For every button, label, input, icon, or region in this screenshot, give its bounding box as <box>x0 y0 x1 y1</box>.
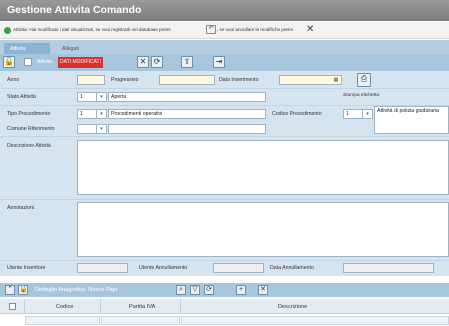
column-header-partita-iva[interactable]: Partita IVA <box>129 304 155 310</box>
data-annullamento-label: Data Annullamento <box>270 265 314 271</box>
tipo-procedimento-label: Tipo Procedimento <box>7 111 51 117</box>
stato-attivita-value: Aperta <box>108 92 266 102</box>
tipo-procedimento-value: Procedimenti operativi <box>108 109 266 119</box>
info-bar: Attivita: Hai modificato i dati visualiz… <box>0 22 449 39</box>
divider <box>0 88 449 89</box>
calendar-icon[interactable]: ▦ <box>331 76 341 84</box>
grid-header-row: Codice Partita IVA Descrizione <box>0 299 449 314</box>
info-message: Attivita: Hai modificato i dati visualiz… <box>13 27 171 32</box>
divider <box>0 199 449 200</box>
data-inserimento-input[interactable]: ▦ <box>279 75 342 85</box>
divider <box>0 136 449 137</box>
chevron-down-icon: ▾ <box>96 125 106 133</box>
utente-annullamento-label: Utente Annullamento <box>139 265 188 271</box>
cell-descrizione[interactable] <box>181 316 449 325</box>
codice-procedimento-select[interactable]: 1 ▾ <box>343 109 373 119</box>
codice-procedimento-label: Codice Procedimento <box>272 111 322 117</box>
data-inserimento-label: Data Inserimento <box>219 77 259 83</box>
lock-icon[interactable]: 🔒 <box>18 285 28 295</box>
anno-label: Anno <box>7 77 20 83</box>
close-icon[interactable]: ✕ <box>137 56 149 68</box>
column-header-descrizione[interactable]: Descrizione <box>278 304 307 310</box>
filter-icon[interactable]: ▽ <box>190 285 200 295</box>
detail-form: Anno Progressivo Data Inserimento ▦ ⎙ St… <box>0 71 449 276</box>
codice-procedimento-value: Attività di polizia giudiziaria <box>374 106 449 134</box>
tab-strip: Attivita Allegati <box>0 40 449 54</box>
stampa-etichetta-label: Stampa etichetta <box>343 93 379 98</box>
info-message-suffix: , se vuoi annullare le modifiche premi <box>217 27 293 32</box>
anno-input[interactable] <box>77 75 105 85</box>
title-bar: Gestione Attivita Comando <box>0 0 449 21</box>
annotazioni-label: Annotazioni <box>7 205 35 211</box>
save-icon[interactable]: ↶ <box>206 25 216 34</box>
print-icon[interactable]: ⎙ <box>357 73 371 87</box>
status-badge: DATI MODIFICATI <box>58 57 103 68</box>
refresh-icon[interactable]: ⟳ <box>204 285 214 295</box>
comune-riferimento-value <box>108 124 266 134</box>
collapse-icon[interactable]: ⌃ <box>5 285 15 295</box>
stato-attivita-select[interactable]: 1 ▾ <box>77 92 107 102</box>
comune-riferimento-select[interactable]: ▾ <box>77 124 107 134</box>
chevron-down-icon: ▾ <box>362 110 372 118</box>
stato-attivita-label: Stato Attività <box>7 94 36 100</box>
window-title: Gestione Attivita Comando <box>7 4 142 16</box>
data-annullamento-input <box>343 263 434 273</box>
tab-allegati[interactable]: Allegati <box>56 43 100 54</box>
tab-attivita[interactable]: Attivita <box>4 43 50 54</box>
add-icon[interactable]: + <box>236 285 246 295</box>
descrizione-label: Descrizione Attività <box>7 143 51 149</box>
progressivo-input[interactable] <box>159 75 215 85</box>
toolbar: 🔓 Attivita DATI MODIFICATI ✕ ⟳ ⇪ ⇥ <box>0 54 449 71</box>
cell-codice[interactable] <box>25 316 100 325</box>
delete-icon[interactable]: ✕ <box>258 285 268 295</box>
progressivo-label: Progressivo <box>111 77 139 83</box>
exit-icon[interactable]: ⇥ <box>213 56 225 68</box>
tipo-procedimento-select[interactable]: 1 ▾ <box>77 109 107 119</box>
cell-partita-iva[interactable] <box>101 316 180 325</box>
unlock-icon[interactable]: 🔓 <box>3 56 15 68</box>
utente-annullamento-input <box>213 263 264 273</box>
table-row[interactable] <box>0 315 449 326</box>
utente-inseritore-label: Utente Inseritore <box>7 265 46 271</box>
descrizione-textarea[interactable] <box>77 140 449 195</box>
select-all-checkbox[interactable] <box>9 303 16 310</box>
chevron-down-icon: ▾ <box>96 110 106 118</box>
column-header-codice[interactable]: Codice <box>56 304 73 310</box>
utente-inseritore-input <box>77 263 128 273</box>
divider <box>0 260 449 261</box>
record-checkbox[interactable] <box>24 58 32 66</box>
grid-title: Dettaglio Anagrafica: Nuova Riga <box>35 287 118 293</box>
undo-changes-icon[interactable]: ✕ <box>306 24 314 35</box>
search-icon[interactable]: ⌕ <box>176 285 186 295</box>
status-ok-icon <box>4 27 11 34</box>
comune-riferimento-label: Comune Riferimento <box>7 126 55 132</box>
grid-toolbar: ⌃ 🔒 Dettaglio Anagrafica: Nuova Riga ⌕ ▽… <box>0 283 449 297</box>
toolbar-label: Attivita <box>37 59 53 65</box>
upload-icon[interactable]: ⇪ <box>181 56 193 68</box>
refresh-icon[interactable]: ⟳ <box>151 56 163 68</box>
chevron-down-icon: ▾ <box>96 93 106 101</box>
annotazioni-textarea[interactable] <box>77 202 449 257</box>
